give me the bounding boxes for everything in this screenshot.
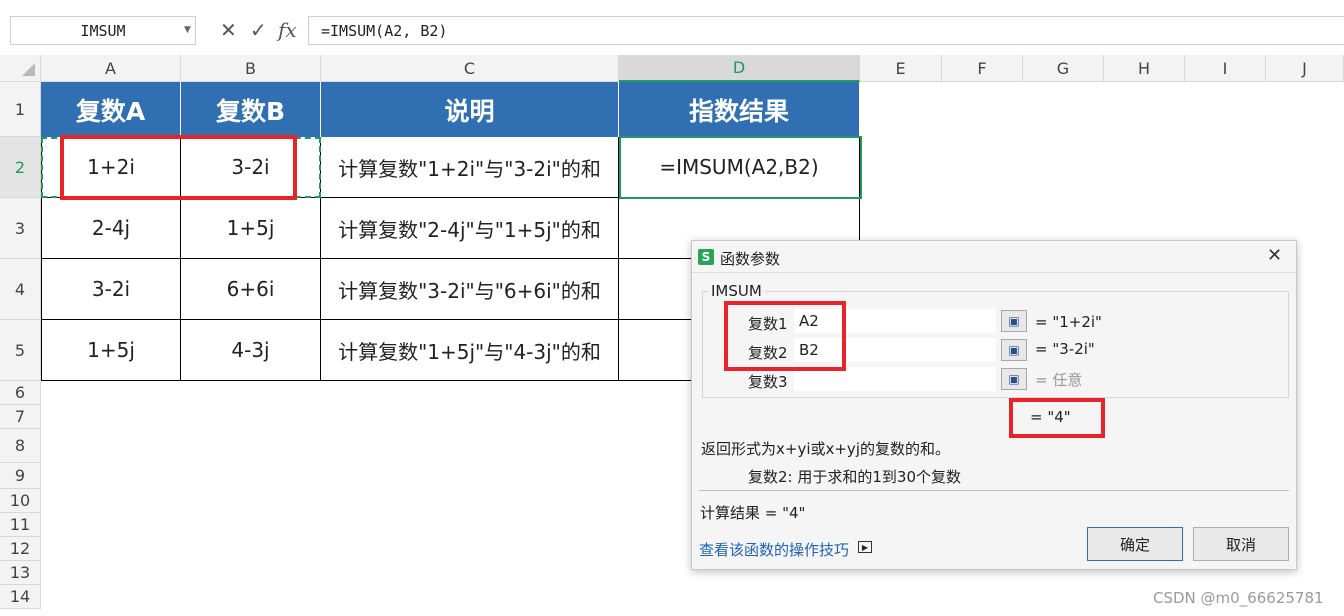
header-cell-b[interactable]: 复数B — [181, 82, 321, 137]
chevron-down-icon[interactable]: ▼ — [184, 25, 191, 35]
row-header-6[interactable]: 6 — [0, 381, 41, 405]
col-header-h[interactable]: H — [1104, 55, 1185, 82]
active-cell-border — [619, 136, 862, 199]
col-header-j[interactable]: J — [1266, 55, 1344, 82]
row-header-3[interactable]: 3 — [0, 198, 41, 259]
help-link[interactable]: 查看该函数的操作技巧 — [699, 539, 849, 560]
row-header-5[interactable]: 5 — [0, 320, 41, 381]
cancel-button[interactable]: 取消 — [1193, 527, 1289, 561]
row-header-2[interactable]: 2 — [0, 137, 41, 198]
arg1-result: = "1+2i" — [1035, 313, 1102, 331]
cell-c3[interactable]: 计算复数"2-4j"与"1+5j"的和 — [321, 198, 619, 259]
row-header-9[interactable]: 9 — [0, 463, 41, 489]
cell-b4[interactable]: 6+6i — [181, 259, 321, 320]
col-header-d[interactable]: D — [619, 55, 860, 82]
cell-b3[interactable]: 1+5j — [181, 198, 321, 259]
row-header-13[interactable]: 13 — [0, 561, 41, 585]
row-header-7[interactable]: 7 — [0, 405, 41, 429]
row-header-1[interactable]: 1 — [0, 82, 41, 137]
calc-result: 计算结果 = "4" — [700, 504, 806, 522]
function-description: 返回形式为x+yi或x+yj的复数的和。 — [701, 440, 950, 458]
fx-icon[interactable]: fx — [278, 18, 297, 42]
watermark: CSDN @m0_66625781 — [1153, 589, 1324, 607]
help-divider — [699, 490, 1289, 491]
arg1-range-picker-icon[interactable]: ▣ — [1001, 310, 1027, 332]
arg-help-text: 复数2: 用于求和的1到30个复数 — [748, 468, 961, 486]
col-header-c[interactable]: C — [321, 55, 619, 82]
header-cell-a[interactable]: 复数A — [41, 82, 181, 137]
col-header-g[interactable]: G — [1023, 55, 1104, 82]
function-args-dialog: S 函数参数 ✕ IMSUM 复数1 A2 ▣ = "1+2i" 复数2 B2 … — [691, 240, 1297, 570]
cell-a5[interactable]: 1+5j — [41, 320, 181, 381]
cancel-icon[interactable]: ✕ — [220, 18, 237, 42]
confirm-icon[interactable]: ✓ — [250, 18, 267, 42]
app-logo-icon: S — [698, 249, 714, 265]
cell-b5[interactable]: 4-3j — [181, 320, 321, 381]
arg3-label: 复数3 — [748, 373, 788, 391]
arg3-result: = 任意 — [1035, 371, 1083, 389]
formula-input[interactable]: =IMSUM(A2, B2) — [308, 16, 1344, 45]
arg3-range-picker-icon[interactable]: ▣ — [1001, 368, 1027, 390]
highlight-box-args — [60, 135, 297, 200]
cell-a4[interactable]: 3-2i — [41, 259, 181, 320]
name-box[interactable]: IMSUM — [10, 16, 196, 45]
close-icon[interactable]: ✕ — [1267, 245, 1282, 266]
row-header-14[interactable]: 14 — [0, 585, 41, 609]
dialog-title: 函数参数 — [720, 250, 781, 268]
cell-a3[interactable]: 2-4j — [41, 198, 181, 259]
highlight-box-result — [1009, 398, 1105, 438]
cell-c2[interactable]: 计算复数"1+2i"与"3-2i"的和 — [321, 137, 619, 198]
cell-c5[interactable]: 计算复数"1+5j"与"4-3j"的和 — [321, 320, 619, 381]
header-cell-d[interactable]: 指数结果 — [619, 82, 860, 137]
row-header-12[interactable]: 12 — [0, 537, 41, 561]
col-header-i[interactable]: I — [1185, 55, 1266, 82]
header-cell-c[interactable]: 说明 — [321, 82, 619, 137]
row-header-10[interactable]: 10 — [0, 489, 41, 513]
arg2-range-picker-icon[interactable]: ▣ — [1001, 339, 1027, 361]
function-name: IMSUM — [708, 282, 765, 300]
row-header-4[interactable]: 4 — [0, 259, 41, 320]
highlight-box-inputs — [724, 301, 846, 371]
row-header-8[interactable]: 8 — [0, 429, 41, 463]
ok-button[interactable]: 确定 — [1087, 527, 1183, 561]
row-header-11[interactable]: 11 — [0, 513, 41, 537]
col-header-e[interactable]: E — [860, 55, 942, 82]
arg2-result: = "3-2i" — [1035, 340, 1095, 358]
video-play-icon[interactable]: ▶ — [858, 541, 872, 553]
title-divider — [692, 272, 1296, 273]
col-header-b[interactable]: B — [181, 55, 321, 82]
col-header-a[interactable]: A — [41, 55, 181, 82]
cell-c4[interactable]: 计算复数"3-2i"与"6+6i"的和 — [321, 259, 619, 320]
col-header-f[interactable]: F — [942, 55, 1023, 82]
corner-triangle-icon — [22, 63, 35, 76]
